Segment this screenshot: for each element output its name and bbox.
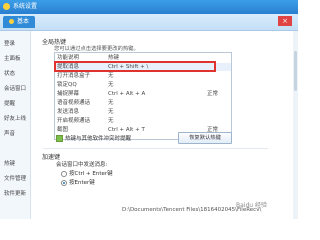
tab-label: 基本 xyxy=(17,18,30,25)
row-name: 发送消息 xyxy=(57,109,80,115)
sidebar-item-main-panel[interactable]: 主面板 xyxy=(4,54,21,62)
row-name: 截图 xyxy=(57,127,69,133)
row-name: 开启视频通话 xyxy=(57,118,91,124)
selection-highlight xyxy=(54,61,216,72)
send-enter-option[interactable]: 按Enter键 xyxy=(61,178,95,186)
scrollbar-thumb[interactable] xyxy=(294,51,297,91)
table-row[interactable]: 开启视频通话 无 xyxy=(55,117,231,125)
row-key: 无 xyxy=(108,118,114,124)
sidebar-item-software-update[interactable]: 软件更新 xyxy=(4,189,26,197)
tab-basic[interactable]: 基本 xyxy=(3,16,36,28)
radio-checked-icon[interactable] xyxy=(61,179,67,186)
row-key: 无 xyxy=(108,100,114,106)
divider xyxy=(43,148,268,149)
sidebar-item-login[interactable]: 登录 xyxy=(4,39,15,47)
send-key-subtitle: 会话窗口中发送消息: xyxy=(56,162,108,168)
row-key: Ctrl + Alt + A xyxy=(108,91,146,97)
table-row[interactable]: 锁定QQ 无 xyxy=(55,81,231,89)
row-key: 无 xyxy=(108,82,114,88)
sidebar-item-file-management[interactable]: 文件管理 xyxy=(4,174,26,182)
sidebar-item-friend-online[interactable]: 好友上线 xyxy=(4,114,26,122)
conflict-reminder-label: 热键与其他软件冲突时提醒 xyxy=(65,136,132,142)
close-button[interactable]: × xyxy=(278,16,292,26)
conflict-reminder-checkbox[interactable]: 热键与其他软件冲突时提醒 xyxy=(56,134,131,142)
row-name: 语音视频通话 xyxy=(57,100,91,106)
watermark: Baidu 经验 xyxy=(236,202,267,209)
sidebar: 登录 主面板 状态 会话窗口 提醒 好友上线 声音 热键 文件管理 软件更新 xyxy=(0,31,31,219)
hotkey-hint: 您可以通过点击选择要更改的热键。 xyxy=(54,46,139,52)
title-bar: 系统设置 xyxy=(0,0,298,14)
sidebar-item-reminder[interactable]: 提醒 xyxy=(4,99,15,107)
row-status: 正常 xyxy=(207,91,219,97)
row-key: 无 xyxy=(108,73,114,79)
radio-label: 按Enter键 xyxy=(69,180,95,186)
sidebar-item-session-window[interactable]: 会话窗口 xyxy=(4,84,26,92)
row-key: 无 xyxy=(108,109,114,115)
scrollbar[interactable] xyxy=(293,31,298,219)
table-row[interactable]: 发送消息 无 xyxy=(55,108,231,116)
row-name: 捕捉屏幕 xyxy=(57,91,80,97)
tab-bar: 基本 × xyxy=(0,14,298,31)
send-ctrl-enter-option[interactable]: 按Ctrl + Enter键 xyxy=(61,169,113,177)
window-title: 系统设置 xyxy=(13,3,38,10)
qq-logo-icon xyxy=(3,3,10,10)
row-name: 打开消息盒子 xyxy=(57,73,91,79)
row-key: Ctrl + Alt + T xyxy=(108,127,145,133)
sidebar-item-hotkeys[interactable]: 热键 xyxy=(4,159,15,167)
radio-label: 按Ctrl + Enter键 xyxy=(69,171,113,177)
sidebar-item-status[interactable]: 状态 xyxy=(4,69,15,77)
row-name: 锁定QQ xyxy=(57,82,77,88)
sidebar-item-sound[interactable]: 声音 xyxy=(4,129,15,137)
restore-default-hotkeys-button[interactable]: 恢复默认热键 xyxy=(178,132,232,144)
basic-settings-icon xyxy=(9,19,14,24)
table-row[interactable]: 语音视频通话 无 xyxy=(55,99,231,107)
checkbox-checked-icon[interactable] xyxy=(56,135,63,142)
table-row[interactable]: 捕捉屏幕 Ctrl + Alt + A 正常 xyxy=(55,90,231,98)
table-row[interactable]: 打开消息盒子 无 xyxy=(55,72,231,80)
radio-unchecked-icon[interactable] xyxy=(61,170,67,177)
